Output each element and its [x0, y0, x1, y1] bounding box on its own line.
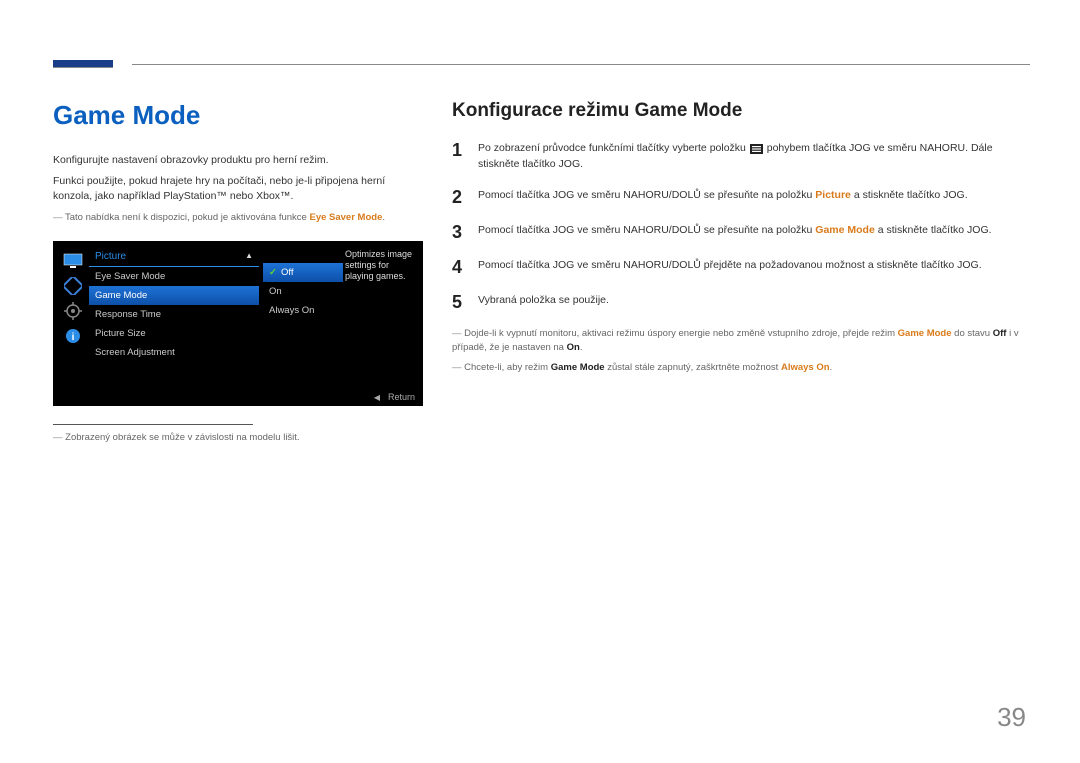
- footnote-rule: [53, 424, 253, 425]
- note-text-post: .: [382, 212, 385, 223]
- footnote-image: Zobrazený obrázek se může v závislosti n…: [53, 431, 423, 445]
- right-column: Konfigurace režimu Game Mode 1 Po zobraz…: [452, 100, 1027, 375]
- step-text-post: a stiskněte tlačítko JOG.: [875, 224, 992, 236]
- keyword-eye-saver-mode: Eye Saver Mode: [309, 212, 382, 223]
- menu-icon: [750, 143, 763, 153]
- osd-screenshot: i Picture ▲ Eye Saver Mode Game Mode Res…: [53, 241, 423, 406]
- monitor-icon: [62, 250, 84, 272]
- osd-option-off: ✓ Off: [263, 263, 343, 282]
- note-text: .: [830, 362, 833, 373]
- step-text-pre: Pomocí tlačítka JOG ve směru NAHORU/DOLŮ…: [478, 224, 815, 236]
- osd-sidebar: i: [59, 247, 87, 350]
- keyword-on: On: [567, 342, 580, 353]
- osd-menu: Picture ▲ Eye Saver Mode Game Mode Respo…: [89, 247, 259, 362]
- intro-paragraph-2: Funkci použijte, pokud hrajete hry na po…: [53, 174, 423, 204]
- gear-icon: [62, 300, 84, 322]
- step-5: 5 Vybraná položka se použije.: [452, 292, 1027, 313]
- osd-row-eye-saver: Eye Saver Mode: [89, 267, 259, 286]
- note-always-on: Chcete-li, aby režim Game Mode zůstal st…: [452, 361, 1027, 375]
- keyword-game-mode: Game Mode: [898, 328, 952, 339]
- keyword-game-mode: Game Mode: [551, 362, 605, 373]
- check-icon: ✓: [269, 267, 277, 278]
- osd-row-game-mode: Game Mode: [89, 286, 259, 305]
- note-text: zůstal stále zapnutý, zaškrtněte možnost: [605, 362, 781, 373]
- step-number: 4: [452, 257, 478, 278]
- header-accent: [53, 60, 113, 68]
- page-number: 39: [997, 702, 1026, 733]
- header-rule: [132, 64, 1030, 65]
- osd-option-on: On: [263, 282, 343, 301]
- osd-menu-header: Picture ▲: [89, 247, 259, 267]
- page-title: Game Mode: [53, 100, 423, 131]
- osd-help-text: Optimizes image settings for playing gam…: [343, 247, 417, 285]
- osd-submenu: ✓ Off On Always On: [263, 263, 343, 320]
- step-text: Po zobrazení průvodce funkčními tlačítky…: [478, 140, 1027, 173]
- step-number: 5: [452, 292, 478, 313]
- osd-return-label: Return: [388, 392, 415, 402]
- keyword-off: Off: [993, 328, 1007, 339]
- keyword-picture: Picture: [815, 189, 851, 201]
- frame-icon: [62, 275, 84, 297]
- osd-footer: ◀ Return: [374, 392, 415, 402]
- keyword-always-on: Always On: [781, 362, 830, 373]
- intro-paragraph-1: Konfigurujte nastavení obrazovky produkt…: [53, 153, 423, 168]
- svg-text:i: i: [72, 332, 75, 343]
- step-4: 4 Pomocí tlačítka JOG ve směru NAHORU/DO…: [452, 257, 1027, 278]
- osd-option-off-label: Off: [281, 267, 294, 278]
- step-text-pre: Pomocí tlačítka JOG ve směru NAHORU/DOLŮ…: [478, 189, 815, 201]
- step-text: Pomocí tlačítka JOG ve směru NAHORU/DOLŮ…: [478, 257, 982, 278]
- step-text-post: a stiskněte tlačítko JOG.: [851, 189, 968, 201]
- chevron-up-icon: ▲: [245, 251, 253, 260]
- step-text: Vybraná položka se použije.: [478, 292, 609, 313]
- step-number: 1: [452, 140, 478, 173]
- footnote-text: Zobrazený obrázek se může v závislosti n…: [65, 432, 299, 443]
- chevron-left-icon: ◀: [374, 393, 380, 402]
- step-1: 1 Po zobrazení průvodce funkčními tlačít…: [452, 140, 1027, 173]
- osd-option-always-on: Always On: [263, 301, 343, 320]
- step-number: 3: [452, 222, 478, 243]
- note-text: do stavu: [952, 328, 993, 339]
- note-text: .: [580, 342, 583, 353]
- step-text: Pomocí tlačítka JOG ve směru NAHORU/DOLŮ…: [478, 187, 968, 208]
- step-3: 3 Pomocí tlačítka JOG ve směru NAHORU/DO…: [452, 222, 1027, 243]
- note-power-off: Dojde-li k vypnutí monitoru, aktivaci re…: [452, 327, 1027, 356]
- section-subtitle: Konfigurace režimu Game Mode: [452, 100, 1027, 122]
- note-text: Chcete-li, aby režim: [464, 362, 551, 373]
- keyword-game-mode: Game Mode: [815, 224, 875, 236]
- step-text: Pomocí tlačítka JOG ve směru NAHORU/DOLŮ…: [478, 222, 992, 243]
- info-icon: i: [62, 325, 84, 347]
- note-eye-saver: Tato nabídka není k dispozici, pokud je …: [53, 211, 423, 225]
- steps-list: 1 Po zobrazení průvodce funkčními tlačít…: [452, 140, 1027, 313]
- osd-row-screen-adjustment: Screen Adjustment: [89, 343, 259, 362]
- osd-row-response-time: Response Time: [89, 305, 259, 324]
- left-column: Game Mode Konfigurujte nastavení obrazov…: [53, 100, 423, 445]
- step-number: 2: [452, 187, 478, 208]
- note-text: Dojde-li k vypnutí monitoru, aktivaci re…: [464, 328, 898, 339]
- step-2: 2 Pomocí tlačítka JOG ve směru NAHORU/DO…: [452, 187, 1027, 208]
- step-text-pre: Po zobrazení průvodce funkčními tlačítky…: [478, 142, 749, 154]
- osd-header-label: Picture: [95, 251, 126, 262]
- note-text-pre: Tato nabídka není k dispozici, pokud je …: [65, 212, 310, 223]
- osd-row-picture-size: Picture Size: [89, 324, 259, 343]
